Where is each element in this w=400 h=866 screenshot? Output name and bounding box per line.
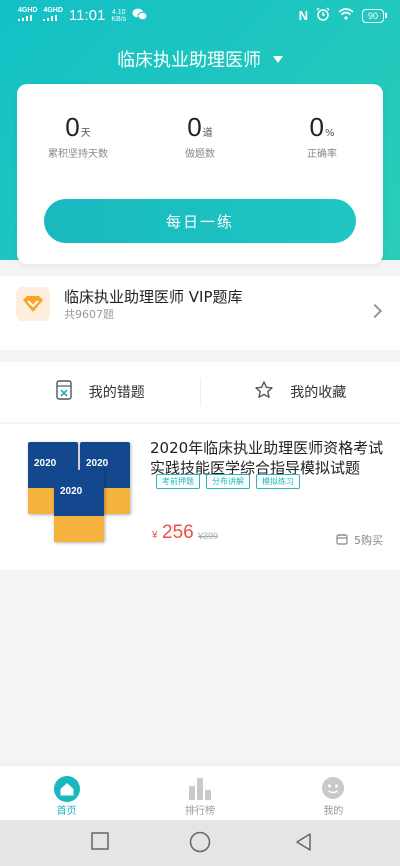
vip-title: 临床执业助理医师 VIP题库: [64, 288, 243, 306]
product-price: ¥ 256: [152, 522, 194, 543]
subject-selector[interactable]: 临床执业助理医师: [0, 46, 400, 72]
my-mistakes-button[interactable]: 我的错题: [0, 362, 200, 422]
ranking-icon: [187, 776, 213, 804]
stat-questions: 0道 做题数: [185, 112, 215, 160]
profile-icon: [321, 776, 345, 804]
original-price: ¥399: [198, 531, 219, 541]
stat-accuracy: 0% 正确率: [307, 112, 337, 160]
recent-apps-button[interactable]: [91, 832, 109, 854]
mistakes-icon: [55, 380, 73, 404]
book-cover-image: 2020 2020 2020: [24, 440, 134, 550]
wifi-icon: [338, 8, 354, 23]
system-navigation-bar: [0, 820, 400, 866]
product-card[interactable]: 2020 2020 2020 2020年临床执业助理医师资格考试实践技能医学综合…: [0, 424, 400, 570]
bottom-tab-bar: 首页 排行榜 我的: [0, 765, 400, 820]
vip-question-count: 共9607题: [64, 308, 114, 321]
wechat-icon: [132, 7, 148, 24]
chevron-down-icon: [273, 55, 283, 63]
stats-card: 0天 累积坚持天数 0道 做题数 0% 正确率 每日一练: [17, 84, 383, 264]
product-tags: 考前押题 分布讲解 模拟练习: [156, 474, 300, 489]
battery-indicator: 90: [361, 8, 388, 23]
calendar-icon: [336, 533, 348, 548]
my-favorites-button[interactable]: 我的收藏: [201, 362, 400, 422]
alarm-icon: [316, 7, 330, 24]
quick-actions: 我的错题 我的收藏: [0, 362, 400, 422]
tab-profile[interactable]: 我的: [267, 766, 400, 820]
page-title: 临床执业助理医师: [117, 50, 261, 71]
tab-home[interactable]: 首页: [0, 766, 133, 820]
status-bar: 4GHD 4GHD 11:01 4.10 KB/s N 90: [0, 0, 400, 30]
tag: 模拟练习: [256, 474, 300, 489]
tag: 分布讲解: [206, 474, 250, 489]
vip-icon: [16, 287, 50, 321]
daily-practice-button[interactable]: 每日一练: [44, 199, 356, 243]
network-speed: 4.10 KB/s: [111, 8, 127, 23]
purchase-count: 5购买: [336, 532, 383, 548]
back-button[interactable]: [294, 832, 312, 856]
signal-1: 4GHD: [18, 7, 37, 24]
product-title: 2020年临床执业助理医师资格考试实践技能医学综合指导模拟试题: [150, 439, 384, 477]
clock: 11:01: [68, 7, 106, 24]
star-icon: [254, 380, 274, 404]
home-button[interactable]: [189, 831, 211, 857]
signal-2: 4GHD: [43, 7, 63, 24]
tab-ranking[interactable]: 排行榜: [133, 766, 266, 820]
vip-question-bank[interactable]: 临床执业助理医师 VIP题库 共9607题: [0, 276, 400, 350]
stat-days: 0天 累积坚持天数: [48, 112, 108, 160]
nfc-icon: N: [298, 8, 308, 23]
tag: 考前押题: [156, 474, 200, 489]
chevron-right-icon: [367, 303, 383, 319]
